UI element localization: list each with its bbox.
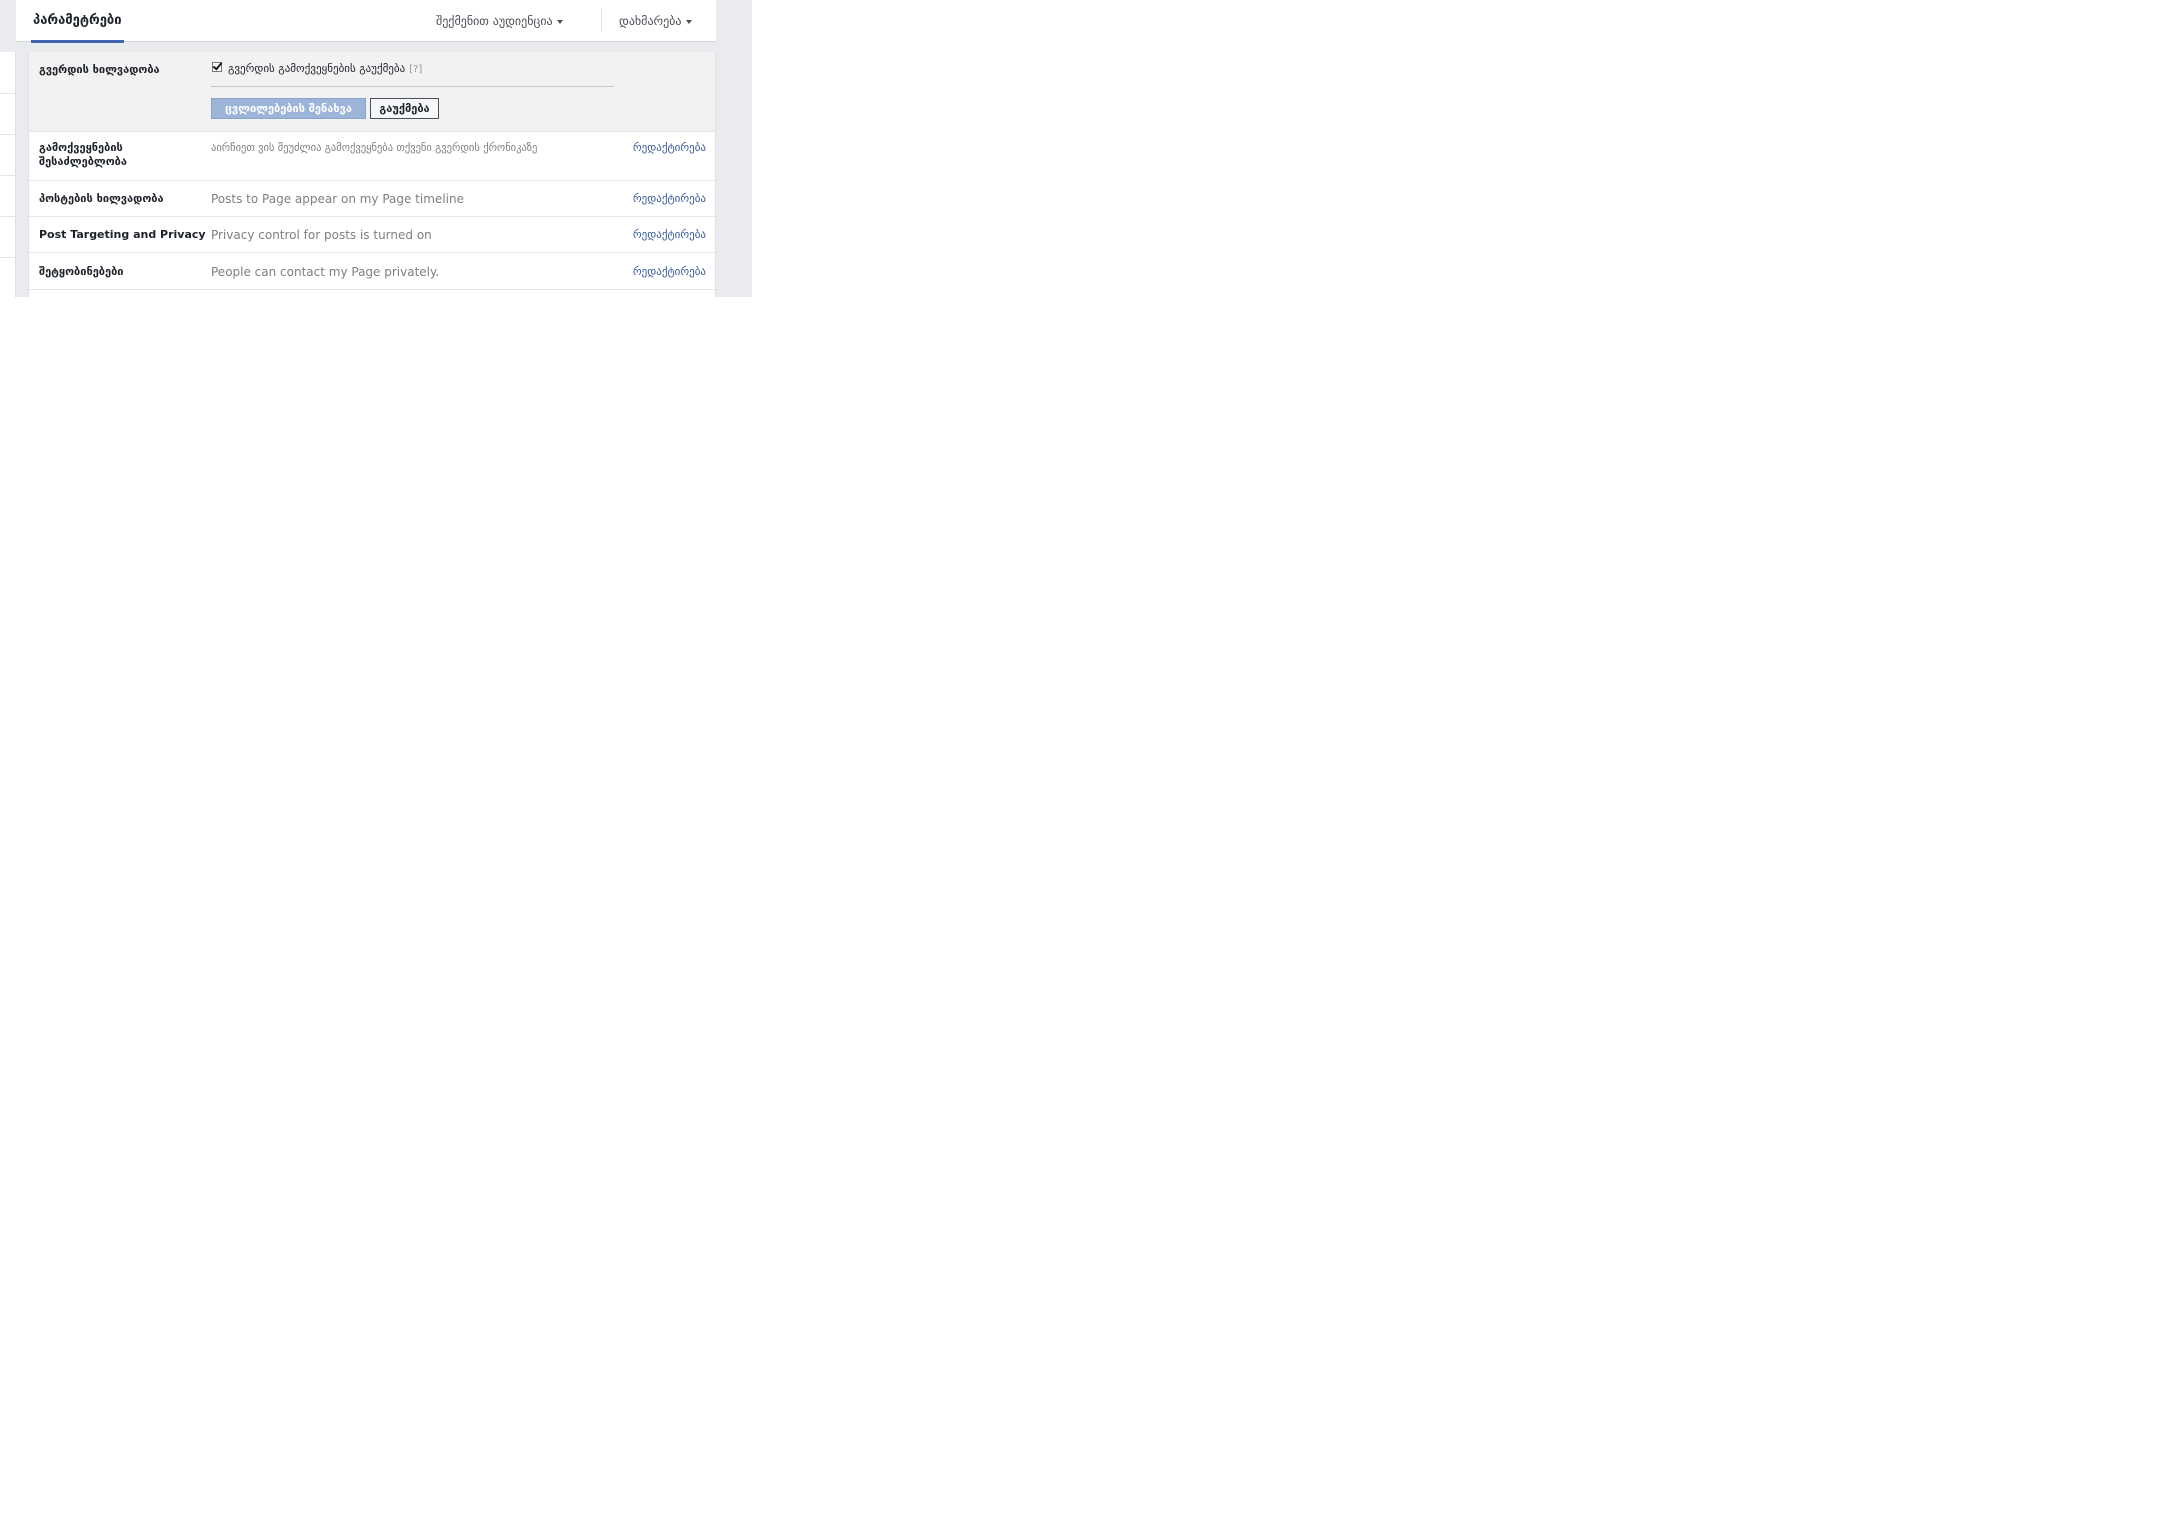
page-top-navigation: პარამეტრები შექმენით აუდიენცია დახმარება — [16, 0, 716, 43]
cancel-button[interactable]: გაუქმება — [370, 98, 439, 119]
chevron-down-icon — [556, 19, 563, 24]
row-label: გვერდის ხილვადობა — [39, 63, 160, 76]
help-menu[interactable]: დახმარება — [619, 0, 692, 42]
settings-panel: გვერდის ხილვადობა გვერდის გამოქვეყნების … — [28, 52, 716, 297]
save-changes-button[interactable]: ცვლილებების შენახვა — [211, 98, 366, 119]
row-label: პოსტების ხილვადობა — [39, 192, 164, 205]
create-audience-menu[interactable]: შექმენით აუდიენცია — [436, 0, 563, 42]
row-value: Posts to Page appear on my Page timeline — [211, 192, 464, 206]
row-value: აირჩიეთ ვის შეუძლია გამოქვეყნება თქვენი … — [211, 142, 538, 154]
settings-row-post-targeting: Post Targeting and Privacy Privacy contr… — [29, 217, 715, 253]
left-sidebar-edge — [0, 52, 16, 297]
sidebar-divider — [0, 175, 16, 176]
checkmark-icon — [212, 60, 223, 71]
sidebar-divider — [0, 216, 16, 217]
settings-row-messages: შეტყობინებები People can contact my Page… — [29, 253, 715, 290]
sidebar-divider — [0, 93, 16, 94]
sidebar-divider — [0, 257, 16, 258]
menu-separator — [601, 8, 602, 32]
row-label: გამოქვეყნების შესაძლებლობა — [39, 141, 127, 168]
checkbox-label-text: გვერდის გამოქვეყნების გაუქმება — [228, 62, 406, 75]
form-divider — [211, 86, 614, 87]
settings-row-publishing: გამოქვეყნების შესაძლებლობა აირჩიეთ ვის შ… — [29, 132, 715, 181]
unpublish-page-checkbox[interactable] — [212, 60, 223, 72]
chevron-down-icon — [685, 19, 692, 24]
create-audience-label: შექმენით აუდიენცია — [436, 14, 553, 28]
edit-link[interactable]: რედაქტირება — [633, 265, 706, 279]
help-link[interactable]: [?] — [409, 64, 422, 75]
settings-row-post-visibility: პოსტების ხილვადობა Posts to Page appear … — [29, 181, 715, 217]
row-value: People can contact my Page privately. — [211, 265, 440, 279]
row-value: Privacy control for posts is turned on — [211, 228, 432, 242]
sidebar-divider — [0, 134, 16, 135]
tab-settings[interactable]: პარამეტრები — [31, 0, 124, 43]
settings-row-page-visibility: გვერდის ხილვადობა გვერდის გამოქვეყნების … — [29, 52, 715, 132]
edit-link[interactable]: რედაქტირება — [633, 228, 706, 242]
edit-link[interactable]: რედაქტირება — [633, 192, 706, 206]
row-label: Post Targeting and Privacy — [39, 228, 206, 241]
edit-link[interactable]: რედაქტირება — [633, 141, 706, 155]
unpublish-page-checkbox-label[interactable]: გვერდის გამოქვეყნების გაუქმება [?] — [228, 62, 422, 77]
row-label: შეტყობინებები — [39, 265, 124, 278]
help-label: დახმარება — [619, 14, 682, 28]
